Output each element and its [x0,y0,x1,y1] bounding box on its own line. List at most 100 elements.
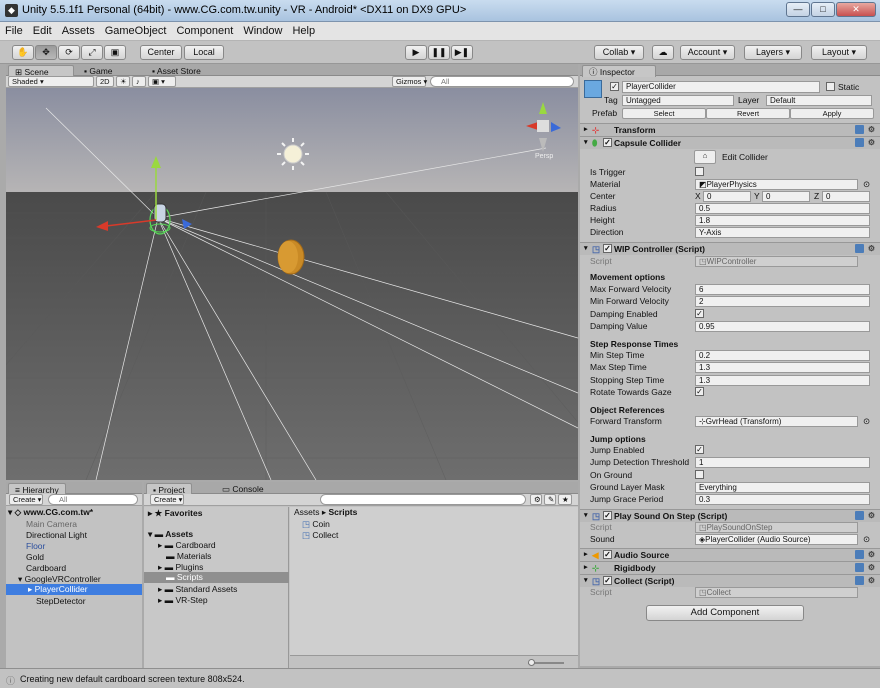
book-icon[interactable] [855,125,864,134]
play-sound-enabled-checkbox[interactable]: ✓ [603,511,612,520]
rotate-gaze-checkbox[interactable] [695,387,704,396]
center-x-field[interactable]: 0 [703,191,751,202]
wip-enabled-checkbox[interactable]: ✓ [603,244,612,253]
pivot-local-button[interactable]: Local [184,45,224,60]
filter-type-icon[interactable]: ⚙ [530,494,542,505]
material-field[interactable]: ◩PlayerPhysics [695,179,858,190]
layout-button[interactable]: Layout ▾ [811,45,867,60]
hierarchy-item-gold[interactable]: Gold [26,552,44,562]
prefab-select-button[interactable]: Select [622,108,706,119]
center-z-field[interactable]: 0 [822,191,870,202]
close-button[interactable]: ✕ [836,2,876,17]
assets-root-item[interactable]: ▾ ▬ Assets [148,529,193,540]
collect-header[interactable]: ▾ ◳ ✓ Collect (Script) ⚙ [580,574,880,587]
audio-enabled-checkbox[interactable]: ✓ [603,550,612,559]
damping-enabled-checkbox[interactable] [695,309,704,318]
maximize-button[interactable]: □ [811,2,835,17]
jump-threshold-field[interactable]: 1 [695,457,870,468]
wip-controller-header[interactable]: ▾ ◳ ✓ WIP Controller (Script) ⚙ [580,242,880,255]
light-toggle-icon[interactable]: ☀ [116,76,130,87]
menu-component[interactable]: Component [171,22,238,40]
gameobject-name-field[interactable]: PlayerCollider [622,81,820,93]
layers-button[interactable]: Layers ▾ [744,45,802,60]
pause-icon[interactable]: ❚❚ [428,45,450,60]
hierarchy-item-playercollider[interactable]: ▸ PlayerCollider [6,584,142,595]
book-icon[interactable] [855,138,864,147]
pivot-center-button[interactable]: Center [140,45,182,60]
file-coin[interactable]: ◳ Coin [302,519,330,530]
folder-materials[interactable]: ▬ Materials [166,551,211,561]
center-y-field[interactable]: 0 [762,191,810,202]
capsule-enabled-checkbox[interactable]: ✓ [603,138,612,147]
is-trigger-checkbox[interactable] [695,167,704,176]
collect-enabled-checkbox[interactable]: ✓ [603,576,612,585]
audio-toggle-icon[interactable]: ♪ [132,76,146,87]
slider-thumb[interactable] [528,659,535,666]
hierarchy-item-floor[interactable]: Floor [26,541,45,551]
add-component-button[interactable]: Add Component [646,605,804,621]
min-step-field[interactable]: 0.2 [695,350,870,361]
project-search-input[interactable] [320,494,526,505]
menu-file[interactable]: File [0,22,28,40]
gear-icon[interactable]: ⚙ [868,125,875,134]
shading-dropdown[interactable]: Shaded ▾ [8,76,94,87]
move-tool-icon[interactable]: ✥ [35,45,57,60]
max-forward-field[interactable]: 6 [695,284,870,295]
sound-field[interactable]: ◈PlayerCollider (Audio Source) [695,534,858,545]
folder-standard-assets[interactable]: ▸ ▬ Standard Assets [158,584,237,595]
scene-search-input[interactable]: All [430,76,574,87]
file-collect[interactable]: ◳ Collect [302,530,338,541]
hierarchy-item-cardboard[interactable]: Cardboard [26,563,66,573]
direction-dropdown[interactable]: Y-Axis [695,227,870,238]
gear-icon[interactable]: ⚙ [868,244,875,253]
favorite-star-icon[interactable]: ★ [558,494,572,505]
menu-gameobject[interactable]: GameObject [100,22,172,40]
radius-field[interactable]: 0.5 [695,203,870,214]
layer-dropdown[interactable]: Default [766,95,872,106]
rect-tool-icon[interactable]: ▣ [104,45,126,60]
menu-window[interactable]: Window [238,22,287,40]
hierarchy-create-button[interactable]: Create ▾ [9,494,43,505]
rigidbody-header[interactable]: ▸ ⊹ Rigidbody ⚙ [580,561,880,574]
2d-toggle[interactable]: 2D [96,76,114,87]
gizmos-dropdown[interactable]: Gizmos ▾ [392,76,427,87]
max-step-field[interactable]: 1.3 [695,362,870,373]
folder-vr-step[interactable]: ▸ ▬ VR-Step [158,595,208,606]
prefab-apply-button[interactable]: Apply [790,108,874,119]
filter-label-icon[interactable]: ✎ [544,494,556,505]
book-icon[interactable] [855,550,864,559]
hierarchy-search-input[interactable]: All [48,494,138,505]
damping-value-field[interactable]: 0.95 [695,321,870,332]
gear-icon[interactable]: ⚙ [868,576,875,585]
object-picker-icon[interactable]: ⊙ [863,534,870,545]
jump-grace-field[interactable]: 0.3 [695,494,870,505]
collab-button[interactable]: Collab ▾ [594,45,644,60]
gameobject-active-checkbox[interactable] [610,82,619,91]
min-forward-field[interactable]: 2 [695,296,870,307]
book-icon[interactable] [855,576,864,585]
scale-tool-icon[interactable]: ⤢ [81,45,103,60]
play-icon[interactable]: ▶ [405,45,427,60]
stopping-step-field[interactable]: 1.3 [695,375,870,386]
menu-edit[interactable]: Edit [28,22,57,40]
status-message[interactable]: Creating new default cardboard screen te… [20,674,245,684]
gear-icon[interactable]: ⚙ [868,563,875,572]
play-sound-header[interactable]: ▾ ◳ ✓ Play Sound On Step (Script) ⚙ [580,509,880,522]
gear-icon[interactable]: ⚙ [868,138,875,147]
scene-view[interactable]: Persp [6,88,578,480]
hierarchy-scene-root[interactable]: ▾ ◇ www.CG.com.tw* [8,507,93,518]
minimize-button[interactable]: — [786,2,810,17]
book-icon[interactable] [855,244,864,253]
tab-inspector[interactable]: ⓘ Inspector [582,65,656,77]
effects-dropdown-icon[interactable]: ▣ ▾ [148,76,176,87]
jump-enabled-checkbox[interactable] [695,445,704,454]
folder-cardboard[interactable]: ▸ ▬ Cardboard [158,540,216,551]
object-picker-icon[interactable]: ⊙ [863,179,870,190]
hand-tool-icon[interactable]: ✋ [12,45,34,60]
on-ground-checkbox[interactable] [695,470,704,479]
hierarchy-item-main-camera[interactable]: Main Camera [26,519,77,529]
favorites-item[interactable]: ▸ ★ Favorites [148,508,202,519]
menu-assets[interactable]: Assets [57,22,100,40]
transform-component-header[interactable]: ▸ ⊹ Transform ⚙ [580,123,880,136]
gear-icon[interactable]: ⚙ [868,511,875,520]
